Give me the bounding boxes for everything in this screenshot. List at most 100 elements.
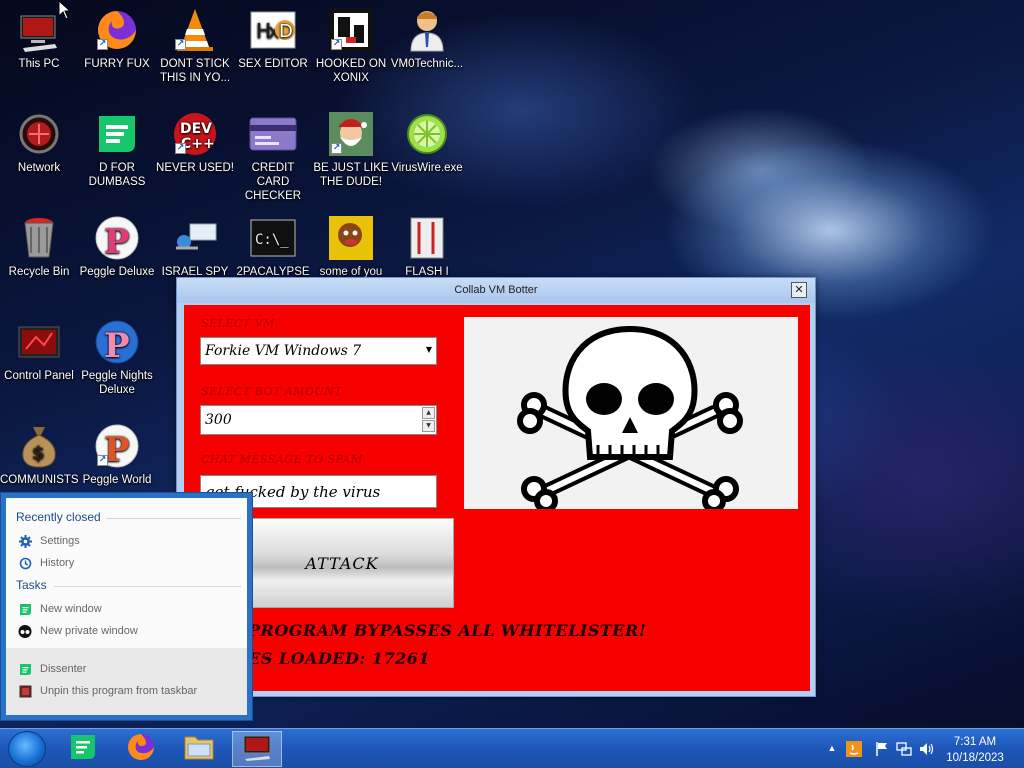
desktop-icon-sex-editor[interactable]: HxD SEX EDITOR	[234, 6, 312, 71]
start-button[interactable]	[8, 731, 46, 767]
desktop-icon-peggle-deluxe[interactable]: P Peggle Deluxe	[78, 214, 156, 279]
santa-dude-icon: ↗	[327, 110, 375, 158]
firefox-icon	[126, 732, 156, 766]
gear-icon	[18, 534, 32, 548]
desktop-icon-label: Control Panel	[4, 370, 74, 382]
volume-speaker-icon[interactable]	[918, 741, 934, 757]
desktop-icon-label: DONT STICK THIS IN YO...	[159, 58, 231, 84]
clock-date: 10/18/2023	[946, 752, 1004, 764]
control-panel-icon	[15, 318, 63, 366]
dissenter-icon	[93, 110, 141, 158]
window-title[interactable]: Collab VM Botter	[177, 278, 815, 303]
spin-down-icon[interactable]: ▼	[422, 420, 435, 432]
desktop-icon-control-panel[interactable]: Control Panel	[0, 318, 78, 383]
taskbar-collab-vm-botter[interactable]	[232, 731, 282, 767]
desktop-icon-hooked-on-xonix[interactable]: ↗ HOOKED ON XONIX	[312, 6, 390, 85]
divider	[106, 518, 241, 519]
tasks-heading: Tasks	[16, 578, 47, 592]
jump-item-history[interactable]: History	[18, 556, 74, 570]
network-connect-icon	[171, 214, 219, 262]
jump-item-new-window[interactable]: New window	[18, 602, 102, 616]
close-button[interactable]: ✕	[791, 282, 807, 298]
desktop-icon-d-for-dumbass[interactable]: D FOR DUMBASS	[78, 110, 156, 189]
shortcut-arrow-icon: ↗	[331, 143, 342, 154]
jump-item-settings[interactable]: Settings	[18, 534, 80, 548]
taskbar-file-explorer[interactable]	[174, 731, 224, 767]
clock[interactable]: 7:31 AM 10/18/2023	[940, 734, 1010, 766]
desktop-icon-viruswire[interactable]: VirusWire.exe	[388, 110, 466, 175]
desktop-icon-israel-spy[interactable]: ISRAEL SPY	[156, 214, 234, 279]
java-update-icon[interactable]	[846, 741, 862, 757]
peggle-icon: P	[93, 214, 141, 262]
jump-item-label: Unpin this program from taskbar	[40, 685, 198, 697]
desktop-icon-be-just-like-the-dude[interactable]: ↗ BE JUST LIKE THE DUDE!	[312, 110, 390, 189]
taskbar: ▲ 7:31 AM 10/18/2023	[0, 728, 1024, 768]
desktop-icon-recycle-bin[interactable]: Recycle Bin	[0, 214, 78, 279]
select-vm-dropdown[interactable]: Forkie VM Windows 7 ▼	[200, 337, 437, 365]
computer-icon	[15, 6, 63, 54]
desktop-icon-vm0technician[interactable]: VM0Technic...	[388, 6, 466, 71]
desktop-icon-communists[interactable]: $ COMMUNISTS	[0, 422, 79, 487]
desktop-icon-label: This PC	[18, 58, 60, 70]
jump-item-new-private-window[interactable]: New private window	[18, 624, 138, 638]
folder-icon	[183, 733, 215, 765]
desktop-icon-label: VirusWire.exe	[391, 162, 463, 174]
technician-icon	[403, 6, 451, 54]
unpin-icon	[18, 684, 32, 698]
jump-item-label: New private window	[40, 625, 138, 637]
peggle-world-icon: P ↗	[93, 422, 141, 470]
desktop-icon-never-used[interactable]: DEV C++ ↗ NEVER USED!	[156, 110, 234, 175]
desktop-icon-vlc[interactable]: ↗ DONT STICK THIS IN YO...	[156, 6, 234, 85]
desktop-icon-label: SEX EDITOR	[238, 58, 308, 70]
desktop-icon-some-of-you[interactable]: some of you	[312, 214, 390, 279]
chevron-down-icon[interactable]: ▼	[426, 345, 432, 354]
network-globe-icon	[15, 110, 63, 158]
clock-time: 7:31 AM	[953, 736, 997, 748]
desktop-icon-peggle-nights[interactable]: P Peggle Nights Deluxe	[78, 318, 156, 397]
dissenter-icon	[69, 733, 97, 765]
skull-crossbones-icon	[517, 325, 743, 513]
bot-amount-value: 300	[205, 412, 232, 428]
xonix-icon: ↗	[327, 6, 375, 54]
recycle-bin-icon	[15, 214, 63, 262]
jump-item-label: Dissenter	[40, 663, 87, 675]
desktop-icon-furry-fux[interactable]: ↗ FURRY FUX	[78, 6, 156, 71]
chat-message-label: CHAT MESSAGE TO SPAM	[201, 453, 363, 466]
svg-text:DEV: DEV	[180, 121, 212, 137]
show-hidden-icons-chevron-up-icon[interactable]: ▲	[824, 740, 840, 756]
jump-item-unpin[interactable]: Unpin this program from taskbar	[18, 684, 197, 698]
computer-icon	[241, 733, 273, 765]
devcpp-icon: DEV C++ ↗	[171, 110, 219, 158]
system-tray: ▲ 7:31 AM 10/18/2023	[804, 729, 1024, 768]
desktop-icon-2pacalypse[interactable]: C:\_ 2PACALYPSE	[234, 214, 312, 279]
desktop-icon-flash[interactable]: FLASH I	[388, 214, 466, 279]
jump-list-pinned-section: Dissenter Unpin this program from taskba…	[6, 648, 247, 715]
desktop-icon-label: D FOR DUMBASS	[88, 162, 146, 188]
dog-icon	[327, 214, 375, 262]
desktop-icon-network[interactable]: Network	[0, 110, 78, 175]
command-prompt-icon: C:\_	[249, 214, 297, 262]
collab-vm-botter-window[interactable]: Collab VM Botter ✕ SELECT VM Forkie VM W…	[176, 277, 816, 697]
network-status-icon[interactable]	[896, 741, 912, 757]
mouse-cursor-icon	[58, 0, 72, 20]
jump-item-dissenter[interactable]: Dissenter	[18, 662, 86, 676]
flash-book-icon	[403, 214, 451, 262]
desktop-icon-label: BE JUST LIKE THE DUDE!	[313, 162, 389, 188]
desktop-icon-credit-card-checker[interactable]: CREDIT CARD CHECKER	[234, 110, 312, 203]
desktop-icon-peggle-world[interactable]: P ↗ Peggle World	[78, 422, 156, 487]
desktop-icon-label: FURRY FUX	[84, 58, 150, 70]
shortcut-arrow-icon: ↗	[97, 455, 108, 466]
bot-amount-stepper[interactable]: 300 ▲ ▼	[200, 405, 437, 435]
action-center-flag-icon[interactable]	[874, 741, 890, 757]
money-bag-icon: $	[15, 422, 63, 470]
limewire-icon	[403, 110, 451, 158]
taskbar-firefox[interactable]	[116, 731, 166, 767]
spin-up-icon[interactable]: ▲	[422, 407, 435, 419]
credit-card-icon	[249, 110, 297, 158]
attack-button[interactable]: ATTACK	[230, 518, 454, 608]
desktop-icon-label: CREDIT CARD CHECKER	[244, 162, 302, 202]
dissenter-icon	[18, 662, 32, 676]
vlc-cone-icon: ↗	[171, 6, 219, 54]
taskbar-dissenter[interactable]	[58, 731, 108, 767]
history-clock-icon	[18, 556, 32, 570]
